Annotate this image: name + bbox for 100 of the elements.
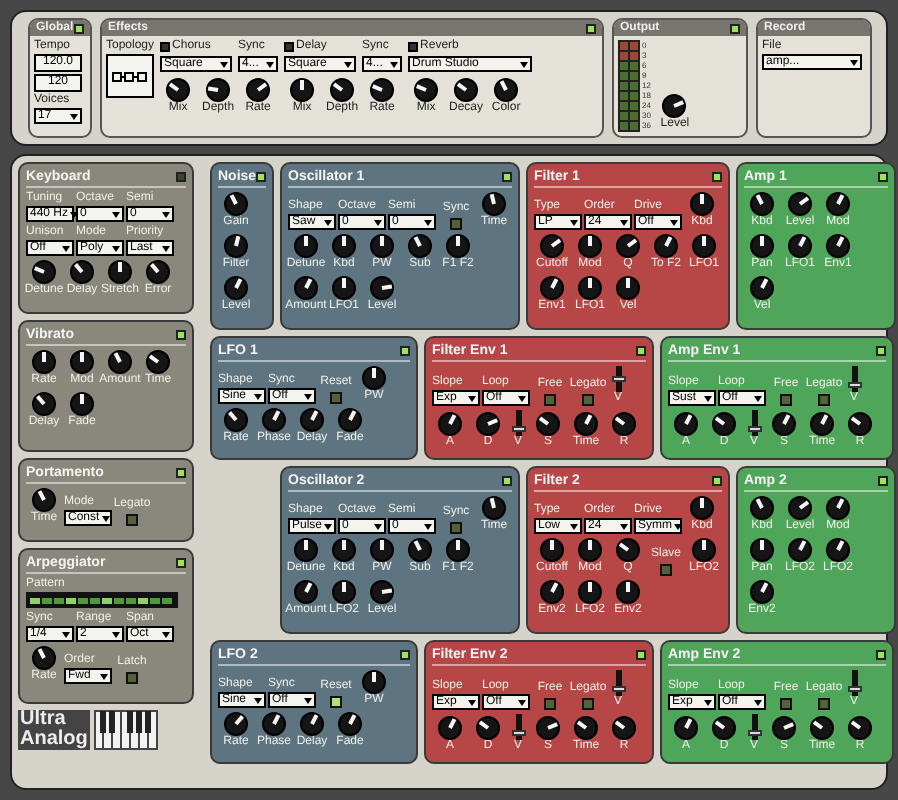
knob[interactable] (494, 78, 519, 102)
knob[interactable] (690, 192, 714, 216)
toggle-button[interactable] (126, 514, 138, 526)
toggle-button[interactable] (330, 696, 342, 708)
knob[interactable] (482, 496, 506, 520)
topology-diagram[interactable] (106, 54, 154, 98)
knob[interactable] (750, 192, 774, 216)
toggle-button[interactable] (544, 698, 556, 710)
knob[interactable] (616, 234, 640, 258)
knob[interactable] (540, 234, 564, 258)
power-led[interactable] (400, 346, 410, 356)
knob[interactable] (32, 350, 56, 374)
knob[interactable] (536, 412, 560, 436)
power-led[interactable] (878, 172, 888, 182)
knob[interactable] (246, 78, 271, 102)
knob[interactable] (338, 408, 362, 432)
knob[interactable] (224, 234, 248, 258)
knob[interactable] (578, 538, 602, 562)
knob[interactable] (540, 276, 564, 300)
knob[interactable] (146, 260, 170, 284)
power-led[interactable] (176, 468, 186, 478)
slider-track[interactable] (751, 714, 757, 740)
knob[interactable] (108, 350, 132, 374)
power-led[interactable] (876, 650, 886, 660)
power-led[interactable] (878, 476, 888, 486)
power-led[interactable] (176, 558, 186, 568)
toggle-button[interactable] (818, 394, 830, 406)
knob[interactable] (654, 234, 678, 258)
knob[interactable] (712, 412, 736, 436)
knob[interactable] (692, 538, 716, 562)
knob[interactable] (446, 538, 470, 562)
knob[interactable] (690, 496, 714, 520)
slider-thumb[interactable] (511, 426, 525, 432)
knob[interactable] (370, 276, 394, 300)
power-led[interactable] (730, 23, 740, 33)
knob[interactable] (332, 580, 356, 604)
knob[interactable] (438, 412, 462, 436)
knob[interactable] (300, 408, 324, 432)
knob[interactable] (290, 78, 315, 102)
slider-thumb[interactable] (747, 426, 761, 432)
slider-thumb[interactable] (611, 686, 625, 692)
knob[interactable] (674, 412, 698, 436)
knob[interactable] (674, 716, 698, 740)
knob[interactable] (262, 712, 286, 736)
knob[interactable] (810, 716, 834, 740)
slider-thumb[interactable] (747, 730, 761, 736)
knob[interactable] (370, 580, 394, 604)
knob[interactable] (578, 234, 602, 258)
knob[interactable] (262, 408, 286, 432)
knob[interactable] (224, 712, 248, 736)
knob[interactable] (70, 350, 94, 374)
toggle-button[interactable] (582, 698, 594, 710)
knob[interactable] (750, 580, 774, 604)
knob[interactable] (810, 412, 834, 436)
knob[interactable] (294, 538, 318, 562)
knob[interactable] (788, 234, 812, 258)
slider-track[interactable] (751, 410, 757, 436)
knob[interactable] (224, 192, 248, 216)
knob[interactable] (454, 78, 479, 102)
knob[interactable] (540, 538, 564, 562)
checkbox[interactable] (160, 42, 171, 52)
knob[interactable] (662, 94, 687, 118)
knob[interactable] (616, 538, 640, 562)
knob[interactable] (446, 234, 470, 258)
power-led[interactable] (636, 650, 646, 660)
knob[interactable] (332, 538, 356, 562)
power-led[interactable] (712, 172, 722, 182)
knob[interactable] (206, 78, 231, 102)
knob[interactable] (750, 276, 774, 300)
power-led[interactable] (400, 650, 410, 660)
knob[interactable] (476, 412, 500, 436)
toggle-button[interactable] (330, 392, 342, 404)
slider-thumb[interactable] (611, 376, 625, 382)
knob[interactable] (414, 78, 439, 102)
knob[interactable] (848, 716, 872, 740)
slider-track[interactable] (515, 714, 521, 740)
knob[interactable] (332, 234, 356, 258)
knob[interactable] (294, 580, 318, 604)
slider-track[interactable] (615, 670, 621, 696)
knob[interactable] (692, 234, 716, 258)
knob[interactable] (294, 276, 318, 300)
toggle-button[interactable] (544, 394, 556, 406)
slider-thumb[interactable] (847, 382, 861, 388)
knob[interactable] (438, 716, 462, 740)
knob[interactable] (108, 260, 132, 284)
slider-track[interactable] (851, 366, 857, 392)
knob[interactable] (330, 78, 355, 102)
knob[interactable] (362, 670, 386, 694)
checkbox[interactable] (408, 42, 419, 52)
knob[interactable] (146, 350, 170, 374)
toggle-button[interactable] (660, 564, 672, 576)
knob[interactable] (750, 496, 774, 520)
knob[interactable] (370, 78, 395, 102)
power-led[interactable] (74, 23, 84, 33)
knob[interactable] (578, 580, 602, 604)
power-led[interactable] (176, 330, 186, 340)
knob[interactable] (300, 712, 324, 736)
knob[interactable] (294, 234, 318, 258)
knob[interactable] (612, 412, 636, 436)
knob[interactable] (578, 276, 602, 300)
